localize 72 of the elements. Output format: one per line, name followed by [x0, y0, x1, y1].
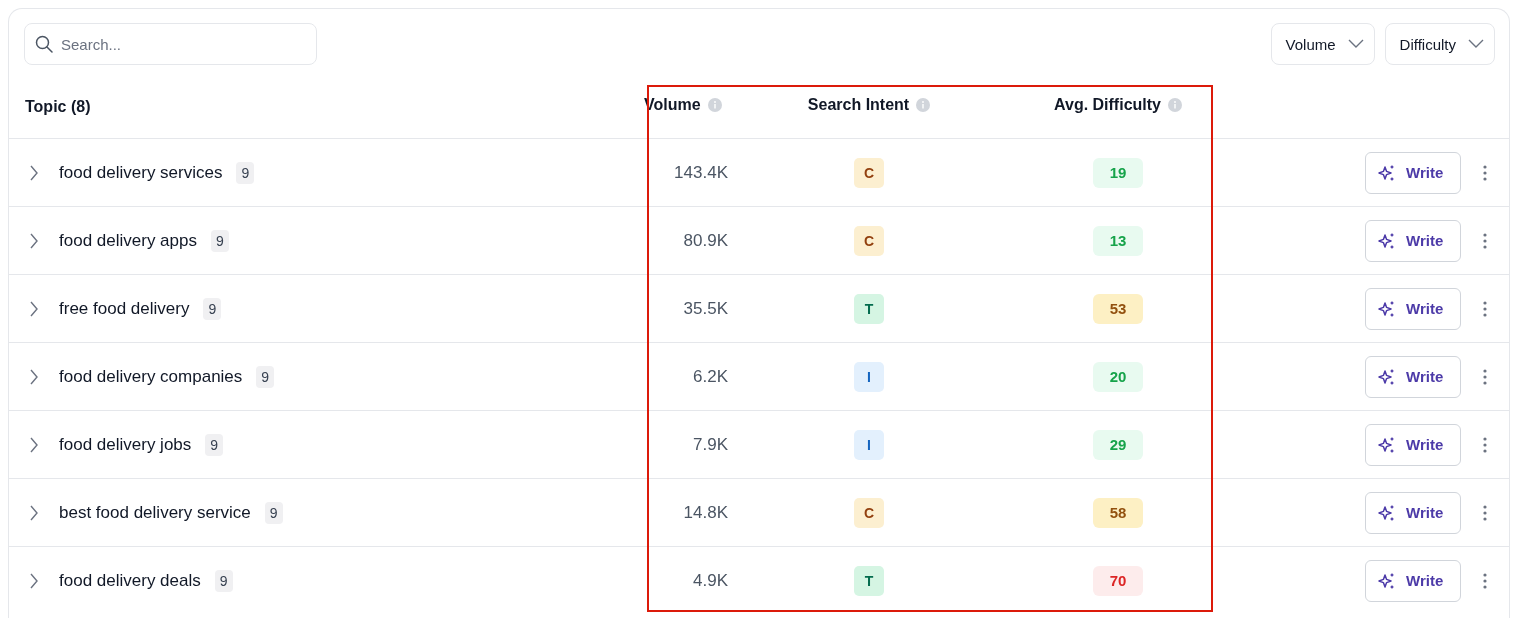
column-header: Topic (8) [25, 97, 91, 116]
chevron-right-icon [29, 572, 39, 589]
sparkle-icon [1378, 503, 1396, 522]
difficulty-badge: 70 [1093, 565, 1143, 596]
sparkle-icon [1378, 367, 1396, 386]
vertical-dots-icon [1483, 232, 1487, 249]
intent-badge: T [854, 565, 884, 596]
difficulty-badge: 20 [1093, 361, 1143, 392]
write-button[interactable]: Write [1365, 559, 1461, 602]
write-button[interactable]: Write [1365, 355, 1461, 398]
vertical-dots-icon [1483, 572, 1487, 589]
topic-name[interactable]: food delivery deals [59, 570, 201, 591]
filter-dropdown[interactable]: Volume [1270, 23, 1375, 65]
chevron-right-icon [29, 504, 39, 521]
volume-value: 14.8K [683, 502, 728, 523]
intent-badge: C [854, 497, 884, 528]
chevron-right-icon [29, 436, 39, 453]
intent-badge: C [854, 157, 884, 188]
topic-name[interactable]: best food delivery service [59, 502, 251, 523]
search-field[interactable]: Search... [24, 23, 317, 65]
sparkle-icon [1378, 299, 1396, 318]
topic-name[interactable]: free food delivery [59, 298, 190, 319]
vertical-dots-icon [1483, 368, 1487, 385]
chevron-right-icon [29, 300, 39, 317]
topic-name[interactable]: food delivery services [59, 162, 223, 183]
count-badge: 9 [264, 501, 283, 524]
volume-value: 35.5K [683, 298, 728, 319]
intent-badge: I [854, 361, 884, 392]
vertical-dots-icon [1483, 436, 1487, 453]
write-button[interactable]: Write [1365, 287, 1461, 330]
volume-value: 6.2K [693, 366, 728, 387]
chevron-right-icon [29, 368, 39, 385]
search-icon [35, 35, 53, 53]
volume-value: 4.9K [693, 570, 728, 591]
sparkle-icon [1378, 435, 1396, 454]
sparkle-icon [1378, 231, 1396, 250]
volume-value: 7.9K [693, 434, 728, 455]
chevron-right-icon [29, 164, 39, 181]
write-button[interactable]: Write [1365, 151, 1461, 194]
write-button[interactable]: Write [1365, 491, 1461, 534]
topic-name[interactable]: food delivery jobs [59, 434, 192, 455]
count-badge: 9 [211, 229, 229, 252]
filter-dropdown[interactable]: Difficulty [1384, 23, 1495, 65]
count-badge: 9 [214, 569, 233, 592]
intent-badge: C [854, 225, 884, 256]
count-badge: 9 [205, 433, 224, 456]
intent-badge: T [854, 293, 884, 324]
vertical-dots-icon [1483, 164, 1487, 181]
chevron-right-icon [29, 232, 39, 249]
topic-name[interactable]: food delivery apps [59, 230, 197, 251]
difficulty-badge: 53 [1093, 293, 1143, 324]
column-header: Search Intent [807, 95, 910, 114]
write-button[interactable]: Write [1365, 423, 1461, 466]
write-button[interactable]: Write [1365, 219, 1461, 262]
difficulty-badge: 13 [1093, 225, 1143, 256]
sparkle-icon [1378, 571, 1396, 590]
chevron-down-icon [1347, 39, 1364, 49]
vertical-dots-icon [1483, 300, 1487, 317]
difficulty-badge: 29 [1093, 429, 1143, 460]
intent-badge: I [854, 429, 884, 460]
sparkle-icon [1378, 163, 1396, 182]
count-badge: 9 [236, 161, 255, 184]
difficulty-badge: 58 [1093, 497, 1143, 528]
vertical-dots-icon [1483, 504, 1487, 521]
column-header: Avg. Difficulty [1054, 95, 1161, 114]
difficulty-badge: 19 [1093, 157, 1143, 188]
chevron-down-icon [1468, 39, 1484, 49]
volume-value: 143.4K [674, 162, 728, 183]
count-badge: 9 [256, 365, 275, 388]
count-badge: 9 [203, 297, 222, 320]
topic-name[interactable]: food delivery companies [59, 366, 243, 387]
volume-value: 80.9K [683, 230, 728, 251]
